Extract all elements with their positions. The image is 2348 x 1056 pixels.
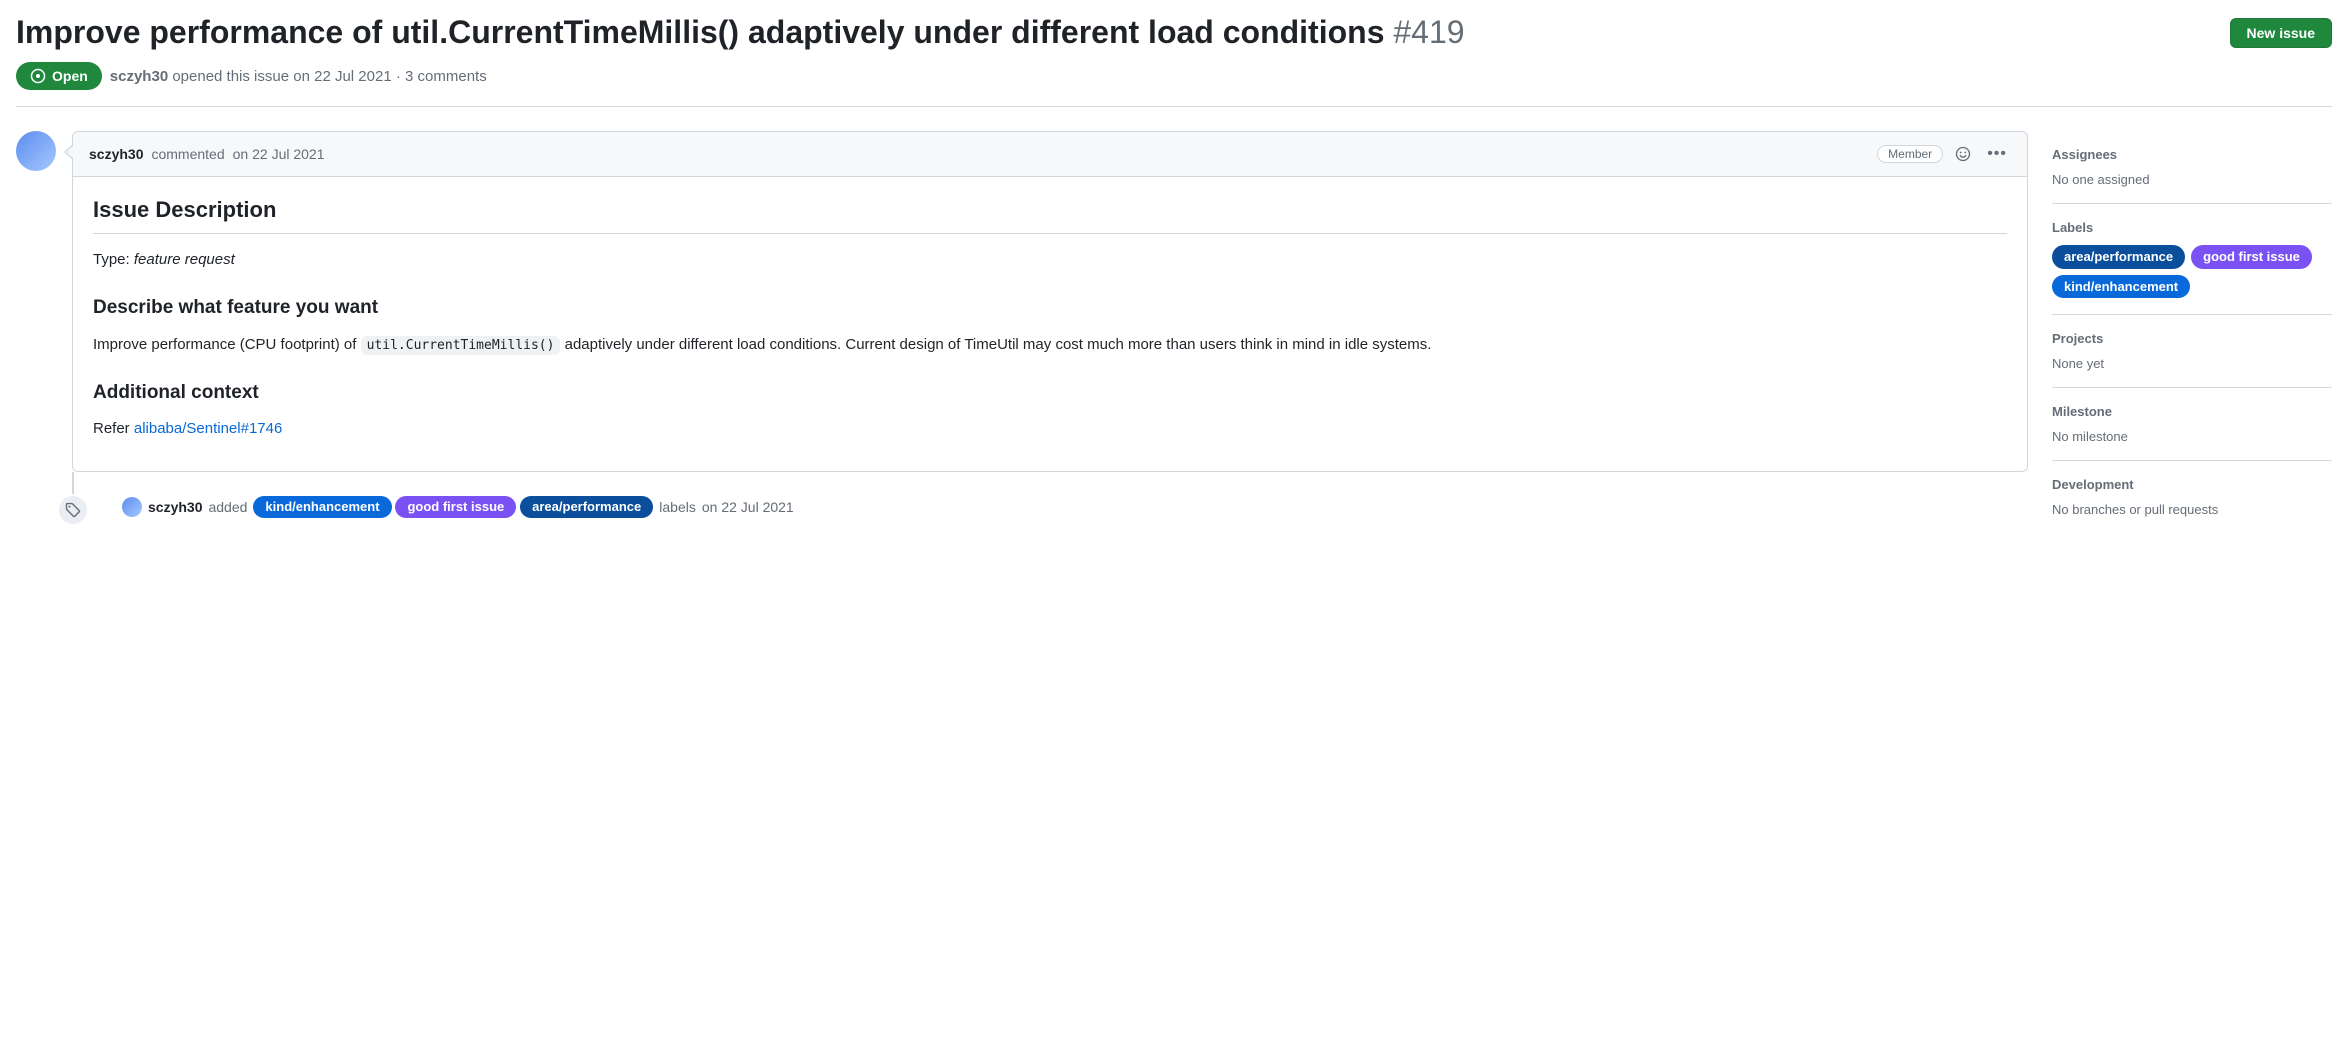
new-issue-button[interactable]: New issue — [2230, 18, 2332, 48]
event-label[interactable]: kind/enhancement — [253, 496, 391, 518]
kebab-icon: ••• — [1987, 146, 2007, 162]
comment-box: sczyh30 commented on 22 Jul 2021 Member — [72, 131, 2028, 472]
event-label[interactable]: area/performance — [520, 496, 653, 518]
sidebar-milestone[interactable]: Milestone No milestone — [2052, 388, 2332, 461]
event-label[interactable]: good first issue — [395, 496, 516, 518]
tag-icon — [65, 502, 81, 518]
sidebar-projects[interactable]: Projects None yet — [2052, 315, 2332, 388]
sidebar-label[interactable]: good first issue — [2191, 245, 2312, 269]
comment-menu-button[interactable]: ••• — [1983, 142, 2011, 166]
opened-meta: sczyh30 opened this issue on 22 Jul 2021… — [110, 68, 487, 85]
smiley-icon — [1955, 146, 1971, 162]
opened-author-link[interactable]: sczyh30 — [110, 68, 168, 85]
role-badge: Member — [1877, 145, 1943, 163]
tag-icon-badge — [57, 494, 89, 526]
reference-link[interactable]: alibaba/Sentinel#1746 — [134, 420, 282, 437]
event-author-link[interactable]: sczyh30 — [148, 499, 202, 515]
type-line: Type: feature request — [93, 248, 2007, 271]
issue-number: #419 — [1393, 14, 1464, 50]
reference-paragraph: Refer alibaba/Sentinel#1746 — [93, 417, 2007, 440]
sidebar-label[interactable]: area/performance — [2052, 245, 2185, 269]
issue-open-icon — [30, 68, 46, 84]
issue-meta-row: Open sczyh30 opened this issue on 22 Jul… — [16, 62, 2332, 107]
comment-author-link[interactable]: sczyh30 — [89, 146, 143, 162]
sidebar-labels[interactable]: Labels area/performancegood first issuek… — [2052, 204, 2332, 315]
state-label: Open — [52, 68, 88, 84]
heading-context: Additional context — [93, 378, 2007, 407]
sidebar-development[interactable]: Development No branches or pull requests — [2052, 461, 2332, 533]
feature-paragraph: Improve performance (CPU footprint) of u… — [93, 333, 2007, 356]
heading-issue-description: Issue Description — [93, 193, 2007, 234]
add-reaction-button[interactable] — [1951, 142, 1975, 166]
sidebar-label[interactable]: kind/enhancement — [2052, 275, 2190, 299]
comment-body: Issue Description Type: feature request … — [73, 177, 2027, 471]
event-avatar[interactable] — [122, 497, 142, 517]
issue-title-text: Improve performance of util.CurrentTimeM… — [16, 14, 1384, 50]
issue-title: Improve performance of util.CurrentTimeM… — [16, 12, 2214, 52]
heading-feature: Describe what feature you want — [93, 293, 2007, 322]
comment-header: sczyh30 commented on 22 Jul 2021 Member — [73, 132, 2027, 177]
timeline-event-labeled: sczyh30 added kind/enhancement good firs… — [94, 472, 2028, 518]
author-avatar[interactable] — [16, 131, 56, 171]
sidebar-assignees[interactable]: Assignees No one assigned — [2052, 131, 2332, 204]
state-open-pill: Open — [16, 62, 102, 90]
